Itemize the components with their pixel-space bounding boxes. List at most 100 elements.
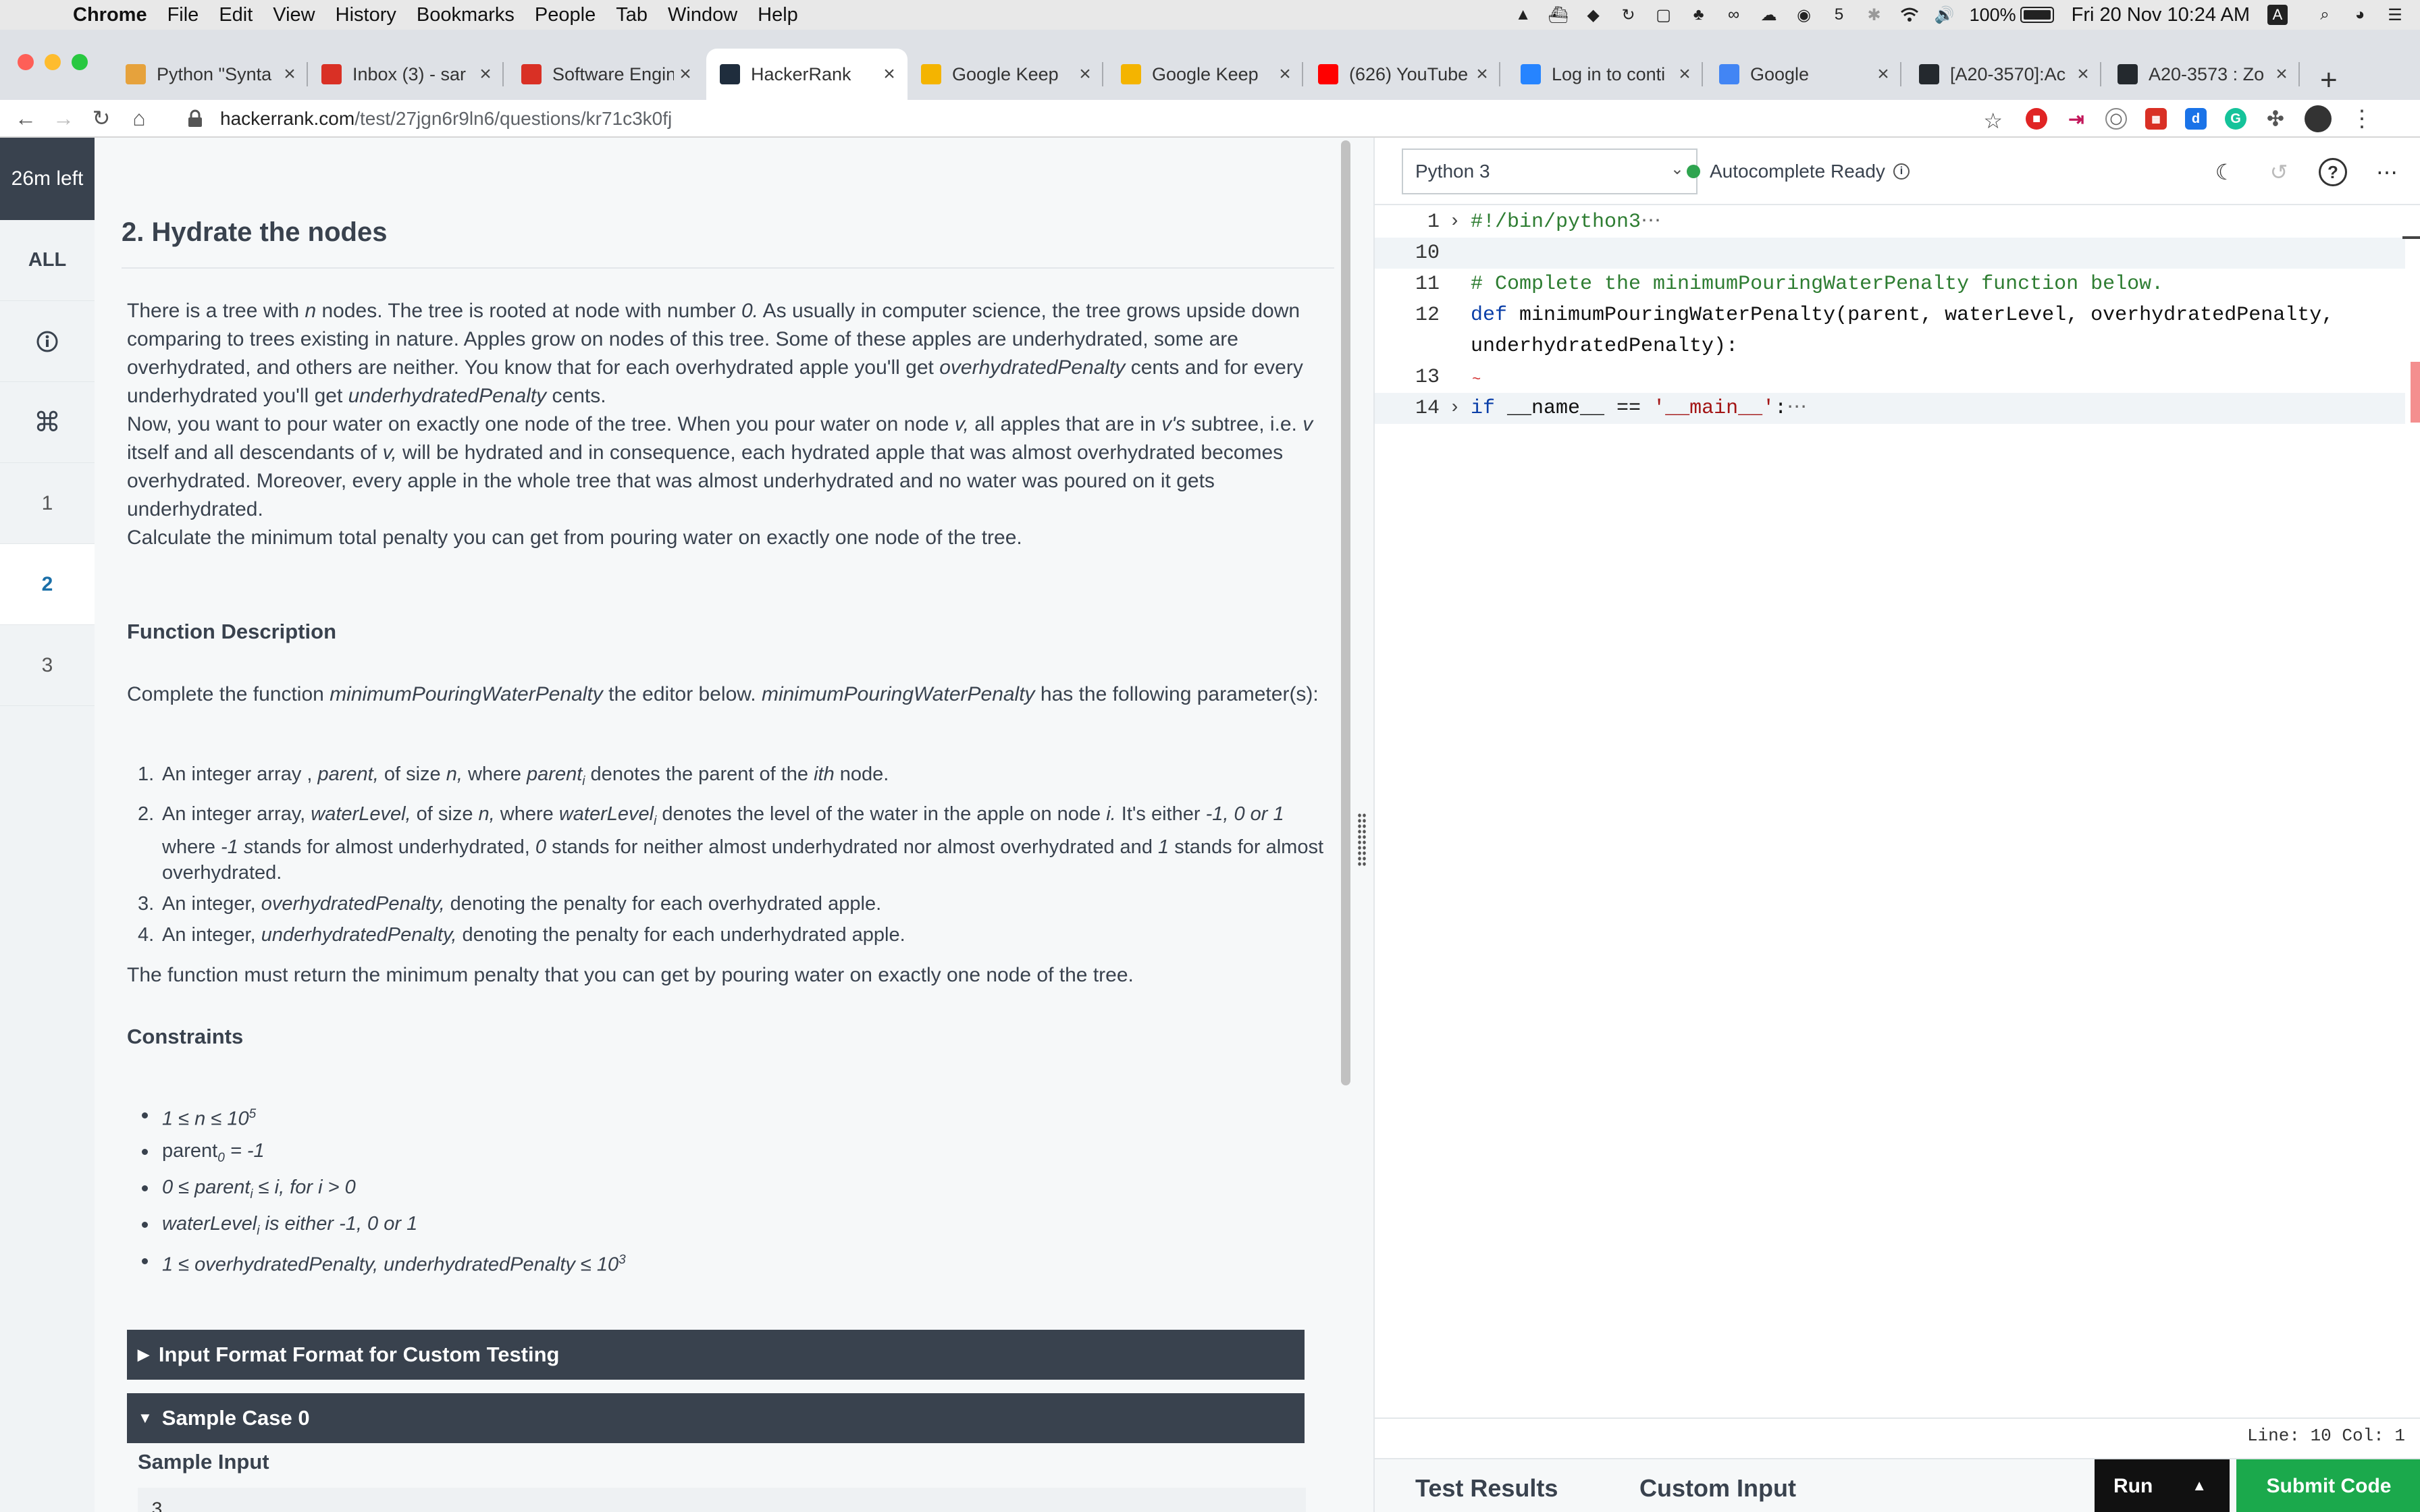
adblock-extension-icon[interactable]: ■ (2026, 108, 2047, 130)
info-icon[interactable]: i (1893, 163, 1910, 180)
run-button[interactable]: Run ▲ (2095, 1459, 2230, 1512)
problem-scrollbar[interactable] (1341, 140, 1350, 1085)
spotlight-search-icon[interactable]: ⌕ (2315, 5, 2335, 25)
profile-avatar[interactable] (2305, 105, 2332, 132)
control-center-icon[interactable]: ☰ (2385, 5, 2405, 25)
forward-arrow-icon[interactable]: → (51, 106, 76, 130)
submit-code-button[interactable]: Submit Code (2236, 1459, 2420, 1512)
close-tab-icon[interactable]: × (1673, 63, 1696, 86)
siri-icon[interactable]: ◕ (2350, 5, 2370, 25)
history-icon[interactable]: ↺ (2265, 158, 2293, 186)
bookmark-star-icon[interactable]: ☆ (1983, 108, 2003, 134)
menu-view[interactable]: View (273, 4, 315, 26)
all-questions-link[interactable]: ALL (0, 220, 95, 301)
browser-tab[interactable]: Inbox (3) - sar × (308, 49, 504, 100)
menu-file[interactable]: File (167, 4, 199, 26)
back-arrow-icon[interactable]: ← (14, 106, 38, 130)
window-icon[interactable]: ▢ (1654, 5, 1674, 25)
code-line[interactable]: 11 # Complete the minimumPouringWaterPena… (1375, 269, 2405, 300)
question-1-link[interactable]: 1 (0, 463, 95, 544)
new-tab-button[interactable]: + (2320, 63, 2338, 97)
browser-tab[interactable]: A20-3573 : Zo × (2104, 49, 2300, 100)
reload-icon[interactable]: ↻ (89, 106, 113, 130)
question-2-link[interactable]: 2 (0, 544, 95, 625)
menubar-clock[interactable]: Fri 20 Nov 10:24 AM (2072, 4, 2250, 26)
code-line[interactable]: 10 (1375, 238, 2405, 269)
dropbox-icon[interactable]: ◆ (1583, 5, 1604, 25)
input-format-accordion[interactable]: ▶ Input Format Format for Custom Testing (127, 1330, 1305, 1380)
close-tab-icon[interactable]: × (2072, 63, 2095, 86)
code-area[interactable]: 1 › #!/bin/python3⋯ 10 11 # Complete the mini… (1375, 207, 2405, 424)
browser-tab[interactable]: Log in to conti × (1507, 49, 1703, 100)
dark-mode-moon-icon[interactable]: ☾ (2211, 158, 2239, 186)
circle-extension-icon[interactable]: ◯ (2105, 108, 2127, 130)
browser-tab[interactable]: Google × (1706, 49, 1901, 100)
keyboard-shortcuts-icon[interactable]: ⌘ (0, 382, 95, 463)
grammarly-extension-icon[interactable]: G (2225, 108, 2246, 130)
input-source-icon[interactable]: A (2267, 5, 2288, 25)
browser-tab[interactable]: [A20-3570]:Ac × (1905, 49, 2101, 100)
puzzle-extensions-icon[interactable]: ✣ (2265, 108, 2286, 130)
menu-history[interactable]: History (336, 4, 396, 26)
menu-help[interactable]: Help (758, 4, 798, 26)
menu-people[interactable]: People (535, 4, 596, 26)
d-extension-icon[interactable]: d (2185, 108, 2207, 130)
menu-window[interactable]: Window (668, 4, 737, 26)
close-tab-icon[interactable]: × (1074, 63, 1097, 86)
close-tab-icon[interactable]: × (1273, 63, 1296, 86)
glasses-icon[interactable]: ∞ (1724, 5, 1744, 25)
zoom-window-button[interactable] (72, 54, 88, 70)
fold-chevron-icon[interactable]: › (1449, 393, 1465, 424)
help-icon[interactable]: ? (2319, 158, 2347, 186)
question-3-link[interactable]: 3 (0, 625, 95, 706)
address-bar[interactable]: hackerrank.com/test/27jgn6r9ln6/question… (186, 101, 2003, 136)
test-results-tab[interactable]: Test Results (1415, 1474, 1558, 1503)
browser-tab[interactable]: Software Engin × (508, 49, 704, 100)
cloud-icon[interactable]: ☁ (1759, 5, 1779, 25)
close-tab-icon[interactable]: × (1872, 63, 1895, 86)
menu-chrome[interactable]: Chrome (73, 4, 147, 26)
bluetooth-icon[interactable]: ✱ (1864, 5, 1885, 25)
info-icon[interactable] (0, 301, 95, 382)
code-line[interactable]: underhydratedPenalty): (1375, 331, 2405, 362)
close-tab-icon[interactable]: × (878, 63, 901, 86)
code-line[interactable]: 12 def minimumPouringWaterPenalty(parent,… (1375, 300, 2405, 331)
close-window-button[interactable] (18, 54, 34, 70)
language-select[interactable]: Python 3 ⌄ (1402, 148, 1698, 194)
code-line[interactable]: 14 › if __name__ == '__main__':⋯ (1375, 393, 2405, 424)
drag-handle-icon[interactable] (1357, 813, 1367, 867)
record-icon[interactable]: ◉ (1794, 5, 1814, 25)
docker-icon[interactable]: ⛴ (1548, 5, 1568, 25)
pane-splitter[interactable] (1350, 138, 1373, 1512)
home-icon[interactable]: ⌂ (127, 106, 151, 130)
more-options-icon[interactable]: ⋯ (2373, 158, 2401, 186)
sample-case-0-accordion[interactable]: ▼ Sample Case 0 (127, 1393, 1305, 1443)
tree-icon[interactable]: ♣ (1689, 5, 1709, 25)
browser-tab[interactable]: (626) YouTube × (1305, 49, 1500, 100)
html5-icon[interactable]: 5 (1829, 5, 1849, 25)
close-tab-icon[interactable]: × (674, 63, 697, 86)
fold-chevron-icon[interactable]: › (1449, 207, 1465, 238)
browser-tab[interactable]: HackerRank × (706, 49, 908, 100)
vlc-icon[interactable]: ▲ (1513, 5, 1533, 25)
arrow-extension-icon[interactable]: ⇥ (2066, 108, 2087, 130)
battery-status[interactable]: 100% (1970, 5, 2054, 26)
menu-bookmarks[interactable]: Bookmarks (417, 4, 515, 26)
caret-up-icon[interactable]: ▲ (2192, 1477, 2207, 1494)
close-tab-icon[interactable]: × (2270, 63, 2293, 86)
menu-edit[interactable]: Edit (219, 4, 253, 26)
menu-tab[interactable]: Tab (616, 4, 648, 26)
browser-tab[interactable]: Google Keep × (1107, 49, 1303, 100)
close-tab-icon[interactable]: × (278, 63, 301, 86)
close-tab-icon[interactable]: × (1471, 63, 1494, 86)
chrome-menu-icon[interactable]: ⋮ (2350, 105, 2373, 132)
browser-tab[interactable]: Python "Synta × (112, 49, 308, 100)
minimize-window-button[interactable] (45, 54, 61, 70)
custom-input-tab[interactable]: Custom Input (1639, 1474, 1796, 1503)
code-line[interactable]: 1 › #!/bin/python3⋯ (1375, 207, 2405, 238)
code-line[interactable]: 13 ~ (1375, 362, 2405, 393)
badge-extension-icon[interactable]: ▦ (2145, 108, 2167, 130)
close-tab-icon[interactable]: × (474, 63, 497, 86)
wifi-icon[interactable] (1899, 5, 1920, 25)
volume-icon[interactable]: 🔊 (1935, 5, 1955, 25)
